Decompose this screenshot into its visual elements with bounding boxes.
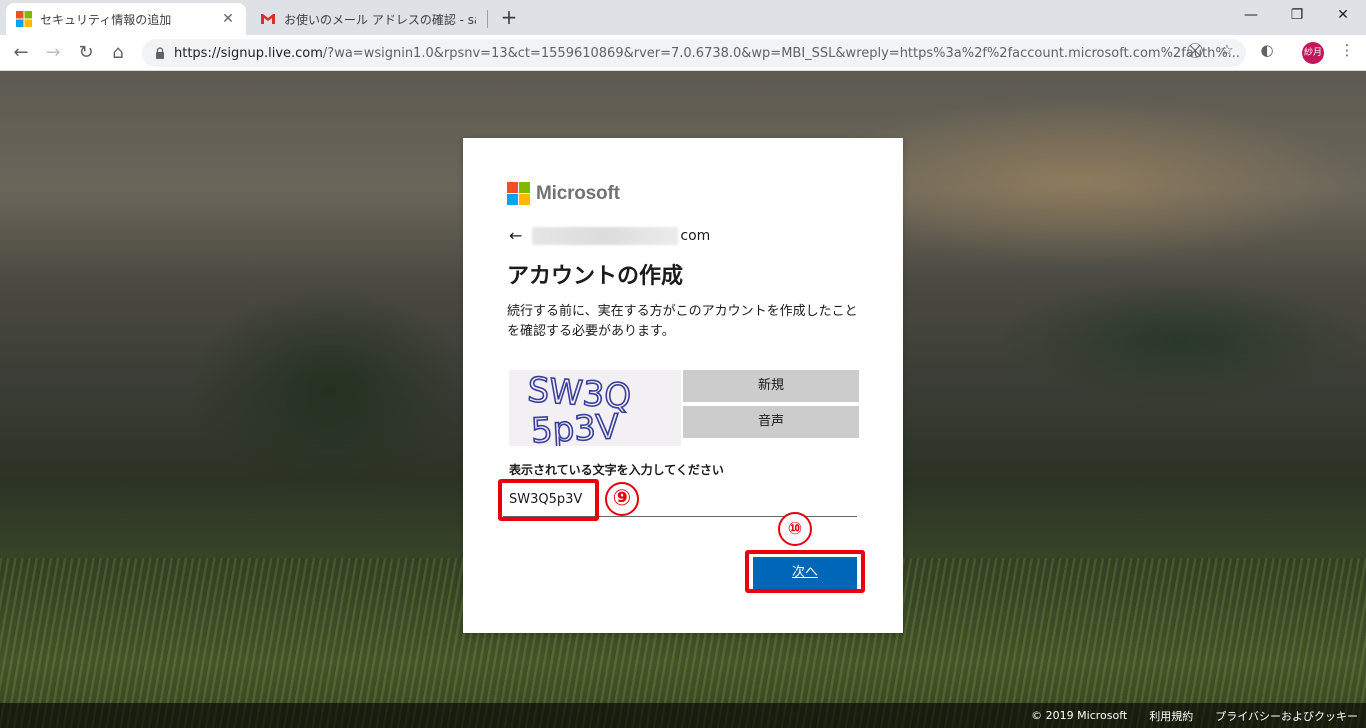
tab-email-verify[interactable]: お使いのメール アドレスの確認 - satsu [250,3,486,35]
tab-title: お使いのメール アドレスの確認 - satsu [284,12,476,27]
window-close-icon[interactable]: ✕ [1320,0,1366,30]
menu-dots-icon[interactable]: ⋮ [1338,41,1356,59]
captcha-image: SW3Q 5p3V [509,370,681,446]
extension-icon[interactable]: ◐ [1258,41,1276,59]
microsoft-logo: Microsoft [507,182,620,205]
highlight-next-button [745,550,865,593]
copyright-text: © 2019 Microsoft [1031,709,1128,722]
reload-icon[interactable]: ↻ [73,40,99,66]
captcha-line-2: 5p3V [530,407,620,446]
address-bar[interactable]: https://signup.live.com/?wa=wsignin1.0&r… [142,39,1246,67]
url-path: /?wa=wsignin1.0&rpsnv=13&ct=1559610869&r… [322,45,1241,61]
step-9-marker: ⑨ [605,482,639,516]
captcha-field-label: 表示されている文字を入力してください [509,463,724,477]
email-suffix: com [680,227,711,244]
blocked-popup-icon[interactable]: ⛒ [1186,41,1204,59]
profile-avatar[interactable]: 紗月 [1302,42,1324,64]
blurred-email [532,226,679,245]
microsoft-squares-icon [507,182,530,205]
microsoft-favicon-icon [16,11,32,27]
home-icon[interactable]: ⌂ [105,40,131,66]
minimize-icon[interactable]: — [1228,0,1274,30]
tab-close-icon[interactable]: ✕ [220,11,236,27]
browser-toolbar: ← → ↻ ⌂ https://signup.live.com/?wa=wsig… [0,35,1366,71]
back-arrow-icon[interactable]: ← [509,226,522,245]
account-identity-row: ← com [509,226,710,245]
step-10-marker: ⑩ [778,512,812,546]
lock-icon [154,47,166,59]
page-footer: © 2019 Microsoft 利用規約 プライバシーおよびクッキー [0,703,1366,728]
browser-tab-bar: セキュリティ情報の追加 ✕ お使いのメール アドレスの確認 - satsu + … [0,0,1366,35]
url-text: https://signup.live.com/?wa=wsignin1.0&r… [174,46,1246,61]
description-text: 続行する前に、実在する方がこのアカウントを作成したことを確認する必要があります。 [507,304,858,339]
tab-separator [487,10,488,28]
privacy-link[interactable]: プライバシーおよびクッキー [1215,708,1358,724]
highlight-captcha-input [498,479,599,521]
back-arrow-icon[interactable]: ← [8,40,34,66]
bookmark-star-icon[interactable]: ☆ [1218,41,1236,59]
tab-title: セキュリティ情報の追加 [40,12,172,27]
url-host: https://signup.live.com [174,45,323,61]
microsoft-wordmark: Microsoft [536,182,620,204]
audio-captcha-button[interactable]: 音声 [683,406,859,438]
terms-link[interactable]: 利用規約 [1149,708,1193,724]
forward-arrow-icon[interactable]: → [40,40,66,66]
restore-icon[interactable]: ❐ [1274,0,1320,30]
page-title: アカウントの作成 [507,264,684,289]
new-captcha-button[interactable]: 新規 [683,370,859,402]
tab-security-info[interactable]: セキュリティ情報の追加 ✕ [6,3,246,35]
gmail-favicon-icon [260,11,276,27]
new-tab-plus-icon[interactable]: + [498,7,520,29]
